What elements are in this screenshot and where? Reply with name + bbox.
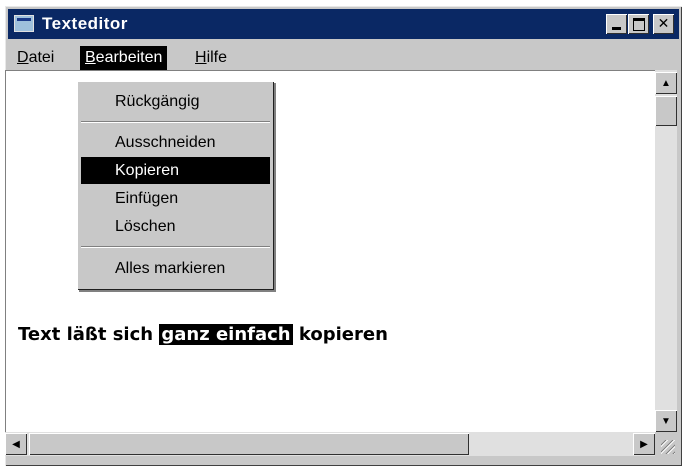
arrow-up-icon[interactable]: ▲ <box>655 72 677 94</box>
horizontal-scrollbar[interactable]: ◀ ▶ <box>5 432 655 456</box>
menu-item-einfuegen[interactable]: Einfügen <box>81 185 270 212</box>
horizontal-scroll-thumb[interactable] <box>29 433 469 455</box>
arrow-left-icon[interactable]: ◀ <box>5 433 27 455</box>
close-icon[interactable]: ✕ <box>653 14 674 34</box>
maximize-icon[interactable] <box>628 14 649 34</box>
text-after: kopieren <box>292 324 388 345</box>
menu-item-ausschneiden[interactable]: Ausschneiden <box>81 129 270 156</box>
title-bar[interactable]: Texteditor ✕ <box>8 9 679 39</box>
menu-item-alles-markieren[interactable]: Alles markieren <box>81 255 270 282</box>
bearbeiten-dropdown: Rückgängig Ausschneiden Kopieren Einfüge… <box>77 81 274 290</box>
menu-datei[interactable]: Datei <box>12 46 59 70</box>
menu-hilfe-label: Hilfe <box>195 49 228 66</box>
menu-separator <box>81 246 270 248</box>
text-selection[interactable]: ganz einfach <box>159 324 293 345</box>
text-before: Text läßt sich <box>18 324 160 345</box>
window-title: Texteditor <box>42 14 128 33</box>
resize-grip-icon[interactable] <box>655 432 677 456</box>
minimize-icon[interactable] <box>606 14 627 34</box>
menu-bar: Datei Bearbeiten Hilfe <box>8 42 679 72</box>
menu-separator <box>81 121 270 123</box>
menu-bearbeiten[interactable]: Bearbeiten <box>80 46 168 70</box>
menu-datei-label: Datei <box>17 49 55 66</box>
menu-item-loeschen[interactable]: Löschen <box>81 213 270 240</box>
arrow-down-icon[interactable]: ▼ <box>655 410 677 432</box>
notepad-icon[interactable] <box>14 15 34 32</box>
editor-line[interactable]: Text läßt sich ganz einfach kopieren <box>18 324 388 345</box>
vertical-scrollbar[interactable]: ▲ ▼ <box>655 70 677 432</box>
menu-item-rueckgaengig[interactable]: Rückgängig <box>81 88 270 115</box>
menu-hilfe[interactable]: Hilfe <box>190 46 232 70</box>
arrow-right-icon[interactable]: ▶ <box>633 433 655 455</box>
vertical-scroll-thumb[interactable] <box>655 96 677 126</box>
menu-item-kopieren[interactable]: Kopieren <box>81 157 270 184</box>
menu-bearbeiten-label: Bearbeiten <box>85 49 163 66</box>
